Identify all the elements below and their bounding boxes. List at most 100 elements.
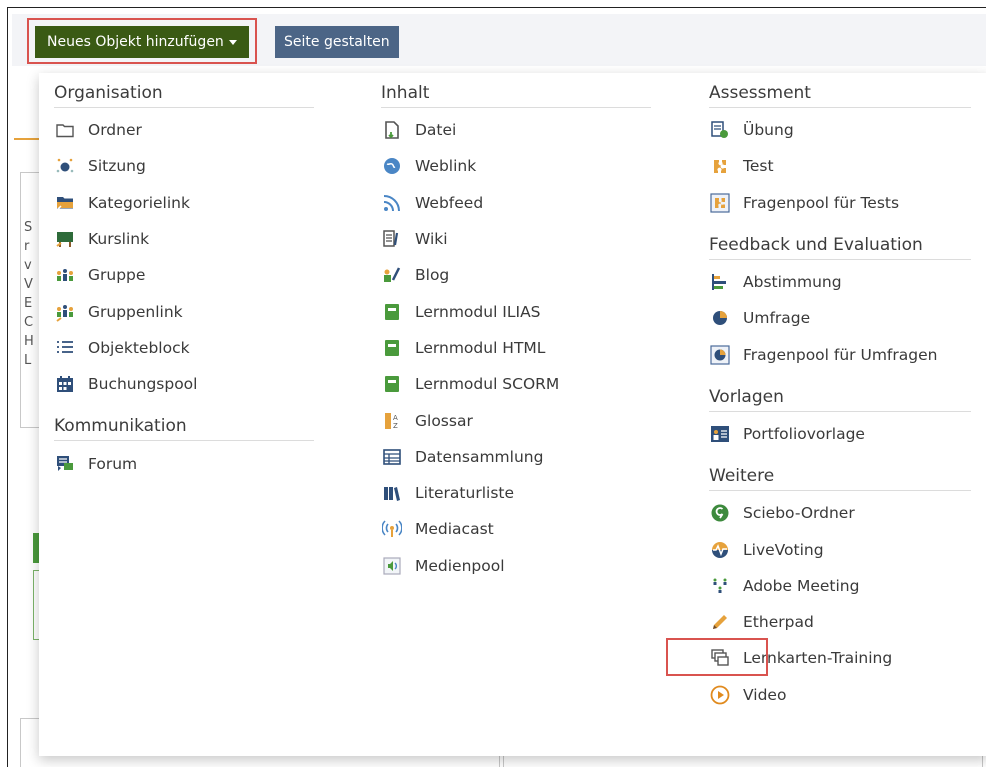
menu-item-lernmodul-html[interactable]: Lernmodul HTML [381, 330, 651, 366]
menu-item-datensammlung[interactable]: Datensammlung [381, 439, 651, 475]
new-object-button[interactable]: Neues Objekt hinzufügen [35, 26, 249, 58]
menu-item-label: Etherpad [743, 613, 814, 632]
adobe-meeting-icon [709, 575, 731, 597]
menu-item-label: Forum [88, 454, 138, 473]
menu-item-glossar[interactable]: A Z Glossar [381, 402, 651, 438]
menu-item-lernmodul-scorm[interactable]: Lernmodul SCORM [381, 366, 651, 402]
learning-module-icon [381, 337, 403, 359]
menu-item-label: Webfeed [415, 193, 484, 212]
menu-item-label: Lernmodul ILIAS [415, 302, 541, 321]
menu-item-sciebo-ordner[interactable]: Sciebo-Ordner [709, 495, 971, 531]
menu-item-video[interactable]: Video [709, 677, 971, 713]
menu-item-fragenpool-für-tests[interactable]: Fragenpool für Tests [709, 185, 971, 221]
menu-item-test[interactable]: Test [709, 148, 971, 184]
menu-item-etherpad[interactable]: Etherpad [709, 604, 971, 640]
menu-item-label: Kurslink [88, 230, 150, 249]
menu-item-label: Fragenpool für Tests [743, 193, 900, 212]
menu-item-label: Test [743, 157, 774, 176]
menu-item-label: Sciebo-Ordner [743, 504, 855, 523]
booking-pool-icon [54, 373, 76, 395]
page-layout-button[interactable]: Seite gestalten [275, 26, 399, 58]
menu-item-gruppenlink[interactable]: Gruppenlink [54, 293, 314, 329]
menu-item-buchungspool[interactable]: Buchungspool [54, 366, 314, 402]
bibliography-icon [381, 482, 403, 504]
background-text: S r v V E C H L [24, 220, 34, 368]
rss-icon [381, 192, 403, 214]
menu-item-webfeed[interactable]: Webfeed [381, 185, 651, 221]
menu-item-label: Adobe Meeting [743, 576, 860, 595]
menu-item-label: Weblink [415, 157, 477, 176]
menu-column-2: Inhalt Datei Weblink Webfeed Wiki Blog Lernmod… [381, 81, 651, 584]
menu-item-datei[interactable]: Datei [381, 112, 651, 148]
category-link-icon [54, 192, 76, 214]
menu-item-label: Objekteblock [88, 338, 190, 357]
menu-group-title: Weitere [709, 464, 971, 492]
folder-icon [54, 119, 76, 141]
session-icon [54, 155, 76, 177]
menu-item-mediacast[interactable]: Mediacast [381, 511, 651, 547]
menu-item-lernmodul-ilias[interactable]: Lernmodul ILIAS [381, 293, 651, 329]
file-icon [381, 119, 403, 141]
menu-item-gruppe[interactable]: Gruppe [54, 257, 314, 293]
caret-down-icon [228, 39, 237, 45]
menu-column-1: Organisation Ordner Sitzung Kategorielink Ku… [54, 81, 314, 482]
menu-item-ordner[interactable]: Ordner [54, 112, 314, 148]
menu-item-label: Wiki [415, 230, 448, 249]
menu-item-umfrage[interactable]: Umfrage [709, 300, 971, 336]
menu-item-übung[interactable]: Übung [709, 112, 971, 148]
menu-column-3: Assessment Übung Test Fragenpool für Tests F… [709, 81, 971, 713]
menu-item-label: Datensammlung [415, 447, 544, 466]
menu-item-label: Übung [743, 121, 794, 140]
media-pool-icon [381, 555, 403, 577]
forum-icon [54, 453, 76, 475]
menu-item-objekteblock[interactable]: Objekteblock [54, 330, 314, 366]
menu-item-forum[interactable]: Forum [54, 445, 314, 481]
menu-item-label: Kategorielink [88, 193, 190, 212]
weblink-icon [381, 155, 403, 177]
learning-module-icon [381, 373, 403, 395]
menu-item-fragenpool-für-umfragen[interactable]: Fragenpool für Umfragen [709, 336, 971, 372]
menu-item-kategorielink[interactable]: Kategorielink [54, 185, 314, 221]
menu-item-literaturliste[interactable]: Literaturliste [381, 475, 651, 511]
group-icon [54, 264, 76, 286]
learning-module-icon [381, 301, 403, 323]
menu-item-label: Ordner [88, 121, 142, 140]
data-collection-icon [381, 446, 403, 468]
group-link-icon [54, 301, 76, 323]
menu-item-adobe-meeting[interactable]: Adobe Meeting [709, 568, 971, 604]
sciebo-icon [709, 502, 731, 524]
video-item-highlight [666, 638, 768, 676]
menu-item-livevoting[interactable]: LiveVoting [709, 531, 971, 567]
menu-item-medienpool[interactable]: Medienpool [381, 548, 651, 584]
menu-group-title: Feedback und Evaluation [709, 233, 971, 260]
menu-item-label: Umfrage [743, 309, 811, 328]
object-block-icon [54, 337, 76, 359]
menu-item-label: Video [743, 685, 787, 704]
mediacast-icon [381, 518, 403, 540]
menu-item-label: Literaturliste [415, 484, 515, 503]
exercise-icon [709, 119, 731, 141]
menu-item-label: Buchungspool [88, 375, 198, 394]
menu-item-label: Fragenpool für Umfragen [743, 345, 938, 364]
menu-item-abstimmung[interactable]: Abstimmung [709, 264, 971, 300]
menu-group-title: Inhalt [381, 81, 651, 108]
video-play-icon [709, 684, 731, 706]
blog-icon [381, 264, 403, 286]
menu-item-weblink[interactable]: Weblink [381, 148, 651, 184]
menu-group-title: Assessment [709, 81, 971, 108]
svg-text:Z: Z [393, 422, 398, 430]
menu-item-label: Gruppe [88, 266, 146, 285]
menu-item-label: Medienpool [415, 556, 505, 575]
test-icon [709, 155, 731, 177]
menu-item-label: Mediacast [415, 520, 494, 539]
menu-item-label: Portfoliovorlage [743, 424, 865, 443]
glossary-icon: AZ [381, 410, 403, 432]
menu-item-label: Lernmodul HTML [415, 338, 546, 357]
menu-item-kurslink[interactable]: Kurslink [54, 221, 314, 257]
menu-group-title: Organisation [54, 81, 314, 108]
menu-item-label: Lernmodul SCORM [415, 375, 560, 394]
menu-item-wiki[interactable]: Wiki [381, 221, 651, 257]
menu-item-sitzung[interactable]: Sitzung [54, 148, 314, 184]
menu-item-blog[interactable]: Blog [381, 257, 651, 293]
menu-item-portfoliovorlage[interactable]: Portfoliovorlage [709, 416, 971, 452]
